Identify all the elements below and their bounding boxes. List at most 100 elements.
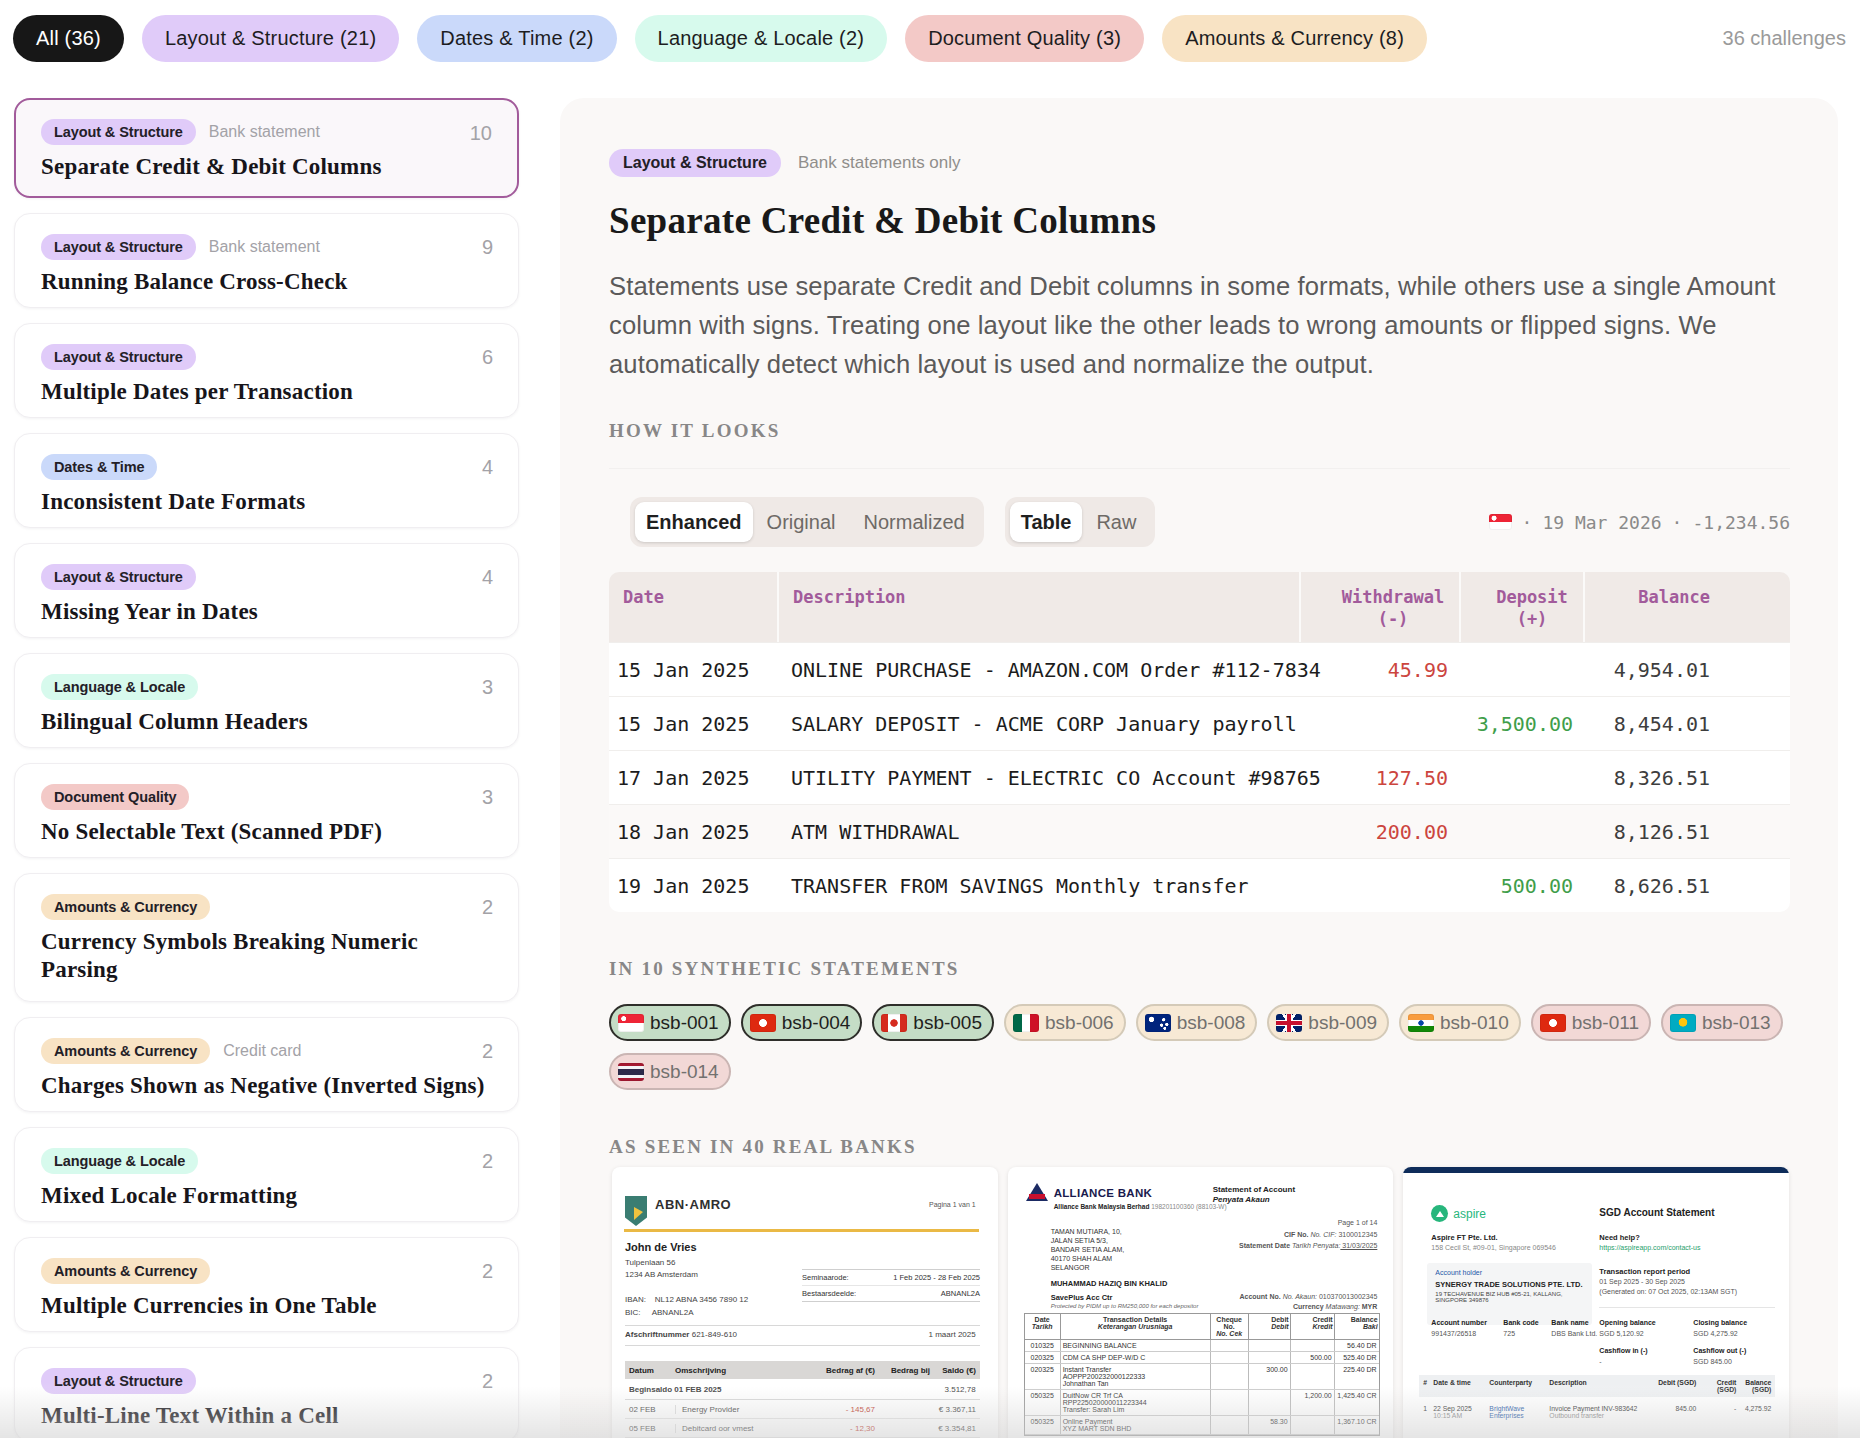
aspire-brand: aspire [1453, 1207, 1486, 1221]
category-badge: Layout & Structure [41, 344, 196, 370]
bank-card-abn-amro[interactable]: ABN·AMRO Pagina 1 van 1 John de Vries Tu… [612, 1167, 998, 1438]
aspire-period-label: Transaction report period [1599, 1267, 1690, 1276]
country-flag-icon [881, 1014, 907, 1032]
alliance-cif: CIF No. No. CIF: 3100012345 [1284, 1231, 1377, 1238]
challenge-card[interactable]: Layout & Structure Bank statement 9 Runn… [14, 213, 519, 308]
aspire-period: 01 Sep 2025 - 30 Sep 2025 [1599, 1278, 1685, 1285]
statement-pill[interactable]: bsb-005 [872, 1004, 994, 1041]
statement-pill[interactable]: bsb-010 [1399, 1004, 1521, 1041]
category-badge: Layout & Structure [41, 234, 196, 260]
country-flag-icon [618, 1063, 644, 1081]
abn-hr2 [625, 1345, 980, 1346]
alliance-accno: Account No. No. Akaun: 010370013002345 [1239, 1293, 1377, 1300]
col-deposit: Deposit [1496, 586, 1568, 608]
table-row[interactable]: 15 Jan 2025 ONLINE PURCHASE - AMAZON.COM… [609, 642, 1790, 696]
table-body: 15 Jan 2025 ONLINE PURCHASE - AMAZON.COM… [609, 642, 1790, 912]
category-badge: Dates & Time [41, 454, 157, 480]
statement-id: bsb-010 [1440, 1012, 1509, 1034]
challenge-card[interactable]: Language & Locale 3 Bilingual Column Hea… [14, 653, 519, 748]
statement-pill[interactable]: bsb-013 [1661, 1004, 1783, 1041]
meta-date: 19 Mar 2026 [1542, 512, 1661, 533]
statement-pill[interactable]: bsb-006 [1004, 1004, 1126, 1041]
card-title: Multiple Dates per Transaction [41, 378, 493, 406]
aspire-close-label: Closing balance [1693, 1319, 1747, 1326]
challenge-card[interactable]: Dates & Time 4 Inconsistent Date Formats [14, 433, 519, 528]
table-row[interactable]: 18 Jan 2025 ATM WITHDRAWAL 200.00 8,126.… [609, 804, 1790, 858]
alliance-holder: MUHAMMAD HAZIQ BIN KHALID [1051, 1279, 1168, 1288]
format-toggle-option[interactable]: Table [1010, 502, 1083, 542]
challenge-card[interactable]: Layout & Structure Bank statement 10 Sep… [14, 98, 519, 198]
abn-page: Pagina 1 van 1 [929, 1201, 976, 1208]
bank-card-aspire[interactable]: aspire SGD Account Statement Aspire FT P… [1403, 1167, 1789, 1438]
format-toggle-option[interactable]: Raw [1082, 502, 1150, 542]
challenge-card[interactable]: Amounts & Currency 2 Multiple Currencies… [14, 1237, 519, 1332]
challenge-card[interactable]: Amounts & Currency 2 Currency Symbols Br… [14, 873, 519, 1002]
card-subtitle: Bank statement [209, 123, 320, 141]
statement-pill[interactable]: bsb-009 [1267, 1004, 1389, 1041]
alliance-rows: 010325 BEGINNING BALANCE 56.40 DR 020325… [1025, 1340, 1379, 1435]
country-flag-icon [1540, 1014, 1566, 1032]
singapore-flag-icon [1489, 514, 1512, 530]
filter-pill[interactable]: Amounts & Currency (8) [1162, 15, 1427, 62]
card-title: Running Balance Cross-Check [41, 268, 493, 296]
statement-pill[interactable]: bsb-004 [741, 1004, 863, 1041]
filter-bar: All (36) Layout & Structure (21) Dates & T… [13, 15, 1427, 62]
abn-opening-label: Beginsaldo 01 FEB 2025 [629, 1385, 721, 1394]
filter-pill[interactable]: All (36) [13, 15, 124, 62]
statement-pill[interactable]: bsb-014 [609, 1053, 731, 1090]
challenge-card[interactable]: Layout & Structure 6 Multiple Dates per … [14, 323, 519, 418]
table-row[interactable]: 17 Jan 2025 UTILITY PAYMENT - ELECTRIC C… [609, 750, 1790, 804]
aspire-cfout: SGD 845.00 [1693, 1358, 1732, 1365]
card-title: Multiple Currencies in One Table [41, 1292, 493, 1320]
aspire-bankname: DBS Bank Ltd. [1551, 1330, 1597, 1337]
bank-card-alliance[interactable]: ALLIANCE BANK Alliance Bank Malaysia Ber… [1008, 1167, 1394, 1438]
abn-info-box: Seminaarode:1 Feb 2025 - 28 Feb 2025Best… [802, 1269, 980, 1302]
filter-pill[interactable]: Dates & Time (2) [417, 15, 616, 62]
view-toggle-option[interactable]: Normalized [850, 502, 979, 542]
card-count: 2 [482, 1370, 493, 1393]
statement-pill[interactable]: bsb-008 [1136, 1004, 1258, 1041]
view-toggle: EnhancedOriginalNormalized [630, 497, 984, 547]
alliance-table: DateTarikh Transaction DetailsKeterangan… [1024, 1313, 1380, 1436]
aspire-help-url[interactable]: https://aspireapp.com/contact-us [1599, 1244, 1700, 1251]
view-toggle-option[interactable]: Original [753, 502, 850, 542]
real-banks-heading: AS SEEN IN 40 REAL BANKS [609, 1136, 1789, 1158]
statement-pill[interactable]: bsb-001 [609, 1004, 731, 1041]
view-toggle-option[interactable]: Enhanced [635, 502, 753, 542]
challenge-card[interactable]: Document Quality 3 No Selectable Text (S… [14, 763, 519, 858]
alliance-acct: SavePlus Acc Ctr [1051, 1293, 1113, 1302]
filter-pill[interactable]: Document Quality (3) [905, 15, 1144, 62]
challenge-card[interactable]: Layout & Structure 4 Missing Year in Dat… [14, 543, 519, 638]
filter-pill[interactable]: Language & Locale (2) [635, 15, 888, 62]
country-flag-icon [1145, 1014, 1171, 1032]
challenge-card[interactable]: Layout & Structure 2 Multi-Line Text Wit… [14, 1347, 519, 1438]
col-balance: Balance [1638, 586, 1710, 608]
detail-category-badge: Layout & Structure [609, 149, 781, 177]
card-title: Inconsistent Date Formats [41, 488, 493, 516]
aspire-cfout-label: Cashflow out (-) [1693, 1347, 1746, 1354]
col-withdrawal-sub: (-) [1378, 608, 1409, 630]
aspire-hr [1599, 1307, 1775, 1308]
statement-id: bsb-004 [782, 1012, 851, 1034]
statement-pill[interactable]: bsb-011 [1531, 1004, 1651, 1041]
abn-ref: Afschriftnummer 621-849-610 [625, 1330, 737, 1339]
col-withdrawal: Withdrawal [1342, 586, 1444, 608]
format-toggle: TableRaw [1005, 497, 1156, 547]
country-flag-icon [750, 1014, 776, 1032]
alliance-pidm: Protected by PIDM up to RM250,000 for ea… [1051, 1303, 1199, 1309]
aspire-row: 1 22 Sep 202510:15 AM BrightWaveEnterpri… [1419, 1405, 1775, 1419]
abn-brand: ABN·AMRO [655, 1197, 731, 1212]
challenge-card[interactable]: Amounts & Currency Credit card 2 Charges… [14, 1017, 519, 1112]
table-row[interactable]: 19 Jan 2025 TRANSFER FROM SAVINGS Monthl… [609, 858, 1790, 912]
col-date: Date [623, 586, 777, 608]
filter-pill[interactable]: Layout & Structure (21) [142, 15, 399, 62]
card-count: 2 [482, 1040, 493, 1063]
card-title: Bilingual Column Headers [41, 708, 493, 736]
challenge-card[interactable]: Language & Locale 2 Mixed Locale Formatt… [14, 1127, 519, 1222]
card-count: 10 [470, 122, 492, 145]
alliance-doc1: Statement of Account [1213, 1185, 1295, 1194]
detail-description: Statements use separate Credit and Debit… [609, 267, 1790, 384]
alliance-doc2: Penyata Akaun [1213, 1195, 1270, 1204]
abn-rows: 02 FEBEnergy Provider- 145,67€ 3.367,11 … [625, 1400, 980, 1438]
table-row[interactable]: 15 Jan 2025 SALARY DEPOSIT - ACME CORP J… [609, 696, 1790, 750]
